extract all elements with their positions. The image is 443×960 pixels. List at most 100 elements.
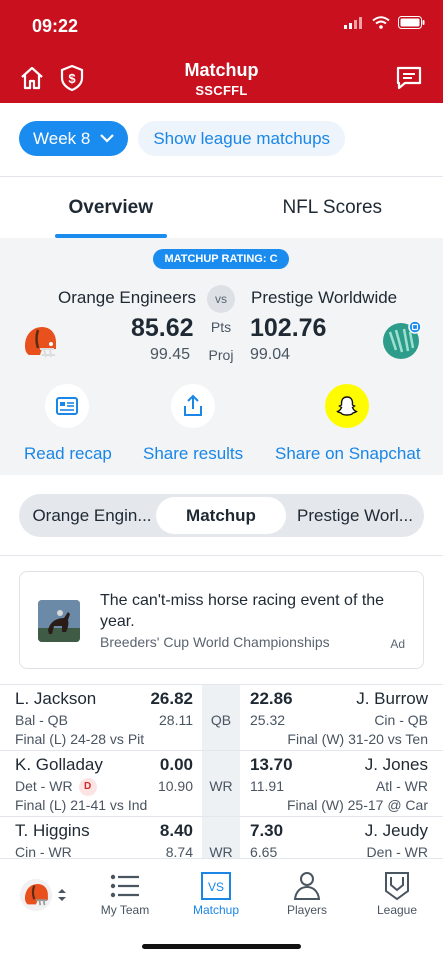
- snapchat-ghost-icon: [336, 396, 358, 416]
- league-name: SSCFFL: [195, 83, 248, 98]
- sort-arrows-icon: [58, 889, 66, 901]
- show-league-matchups-button[interactable]: Show league matchups: [138, 121, 346, 156]
- divider: [0, 555, 443, 556]
- league-shield-icon: [385, 872, 409, 901]
- ad-banner[interactable]: The can't-miss horse racing event of the…: [19, 571, 424, 669]
- right-player-points: 7.30: [250, 821, 284, 840]
- week-selector[interactable]: Week 8: [19, 121, 129, 156]
- right-team-score: 102.76: [250, 314, 327, 342]
- roster-segmented-control: Orange Engin... Matchup Prestige Worl...: [19, 494, 424, 537]
- week-label: Week 8: [33, 128, 91, 148]
- tab-overview[interactable]: Overview: [0, 177, 222, 235]
- right-team-name[interactable]: Prestige Worldwide: [251, 288, 397, 308]
- right-team-projection: 99.04: [250, 346, 291, 363]
- right-player-game: Final (W) 31-20 vs Ten: [287, 731, 428, 747]
- team-photo-icon: [383, 320, 422, 359]
- left-player-name[interactable]: K. Golladay: [15, 755, 103, 775]
- list-icon: [110, 874, 139, 898]
- share-icon: [184, 394, 202, 416]
- left-player-points: 0.00: [159, 755, 193, 774]
- share-icon-circle: [171, 384, 215, 428]
- helmet-icon: [19, 878, 53, 912]
- share-results-label: Share results: [143, 444, 244, 463]
- segment-matchup[interactable]: Matchup: [156, 494, 286, 537]
- right-player-game: Final (W) 25-17 @ Car: [286, 797, 428, 813]
- right-team-avatar[interactable]: [382, 320, 422, 360]
- left-player-team: Bal - QB: [15, 712, 68, 728]
- right-player-name[interactable]: J. Burrow: [356, 689, 428, 709]
- left-team-name[interactable]: Orange Engineers: [58, 288, 196, 308]
- right-player-team: Atl - WR: [375, 778, 428, 794]
- nav-matchup-label: Matchup: [192, 903, 240, 917]
- header-title-block: Matchup SSCFFL: [0, 60, 443, 98]
- app-header: 09:22 $ Matchup SSCFFL: [0, 0, 443, 103]
- left-player-game: Final (L) 24-28 vs Pit: [15, 731, 145, 747]
- tab-nfl-scores[interactable]: NFL Scores: [222, 177, 443, 235]
- right-player-points: 13.70: [250, 755, 293, 774]
- page-title: Matchup: [184, 60, 259, 80]
- ad-label: Ad: [390, 637, 405, 651]
- nav-my-team-icon-wrap: [85, 869, 165, 903]
- nav-my-team-label: My Team: [100, 903, 150, 917]
- messages-button[interactable]: [393, 62, 425, 94]
- vs-icon: VS: [201, 872, 231, 900]
- status-time: 09:22: [32, 16, 79, 36]
- vs-badge: vs: [207, 285, 235, 313]
- share-snapchat-action[interactable]: Share on Snapchat: [275, 384, 421, 464]
- matchup-row[interactable]: K. Golladay 0.00 Det - WR D 10.90 Final (…: [0, 751, 443, 817]
- right-player-projection: 11.91: [250, 778, 284, 794]
- read-recap-action[interactable]: Read recap: [24, 384, 112, 464]
- nav-league-icon-wrap: [357, 869, 437, 903]
- points-label: Pts: [210, 319, 232, 335]
- left-player-points: 8.40: [159, 821, 193, 840]
- ad-image: [38, 600, 80, 642]
- right-player-points: 22.86: [250, 689, 293, 708]
- nav-matchup[interactable]: VS Matchup: [176, 869, 256, 917]
- right-player-team: Cin - QB: [374, 712, 428, 728]
- chevron-down-icon: [100, 134, 115, 143]
- segment-left-team[interactable]: Orange Engin...: [27, 494, 157, 537]
- team-switcher[interactable]: [8, 869, 78, 921]
- right-player-name[interactable]: J. Jeudy: [365, 821, 428, 841]
- right-player-name[interactable]: J. Jones: [365, 755, 428, 775]
- left-player-projection: 28.11: [159, 712, 193, 728]
- ad-sponsor: Breeders' Cup World Championships: [100, 634, 330, 650]
- tab-bar: Overview NFL Scores: [0, 177, 443, 235]
- left-player-projection: 10.90: [157, 778, 193, 794]
- helmet-icon: [25, 327, 56, 358]
- team-switcher-icon-wrap: [8, 869, 78, 921]
- nav-players[interactable]: Players: [267, 869, 347, 917]
- left-player-name[interactable]: L. Jackson: [15, 689, 96, 709]
- left-player-team-wrap: Det - WR D: [15, 778, 97, 797]
- left-player-game: Final (L) 21-41 vs Ind: [15, 797, 148, 813]
- left-team-projection: 99.45: [150, 346, 191, 363]
- nav-league[interactable]: League: [357, 869, 437, 917]
- nav-my-team[interactable]: My Team: [85, 869, 165, 917]
- nav-league-label: League: [376, 903, 418, 917]
- share-results-action[interactable]: Share results: [143, 384, 243, 464]
- doubtful-badge: D: [78, 778, 97, 797]
- position-label: WR: [209, 778, 233, 794]
- nav-matchup-icon-wrap: VS: [176, 869, 256, 903]
- battery-icon: [398, 16, 425, 29]
- nav-players-icon-wrap: [267, 869, 347, 903]
- home-indicator[interactable]: [142, 944, 301, 949]
- left-team-avatar[interactable]: [20, 322, 60, 362]
- projection-label: Proj: [208, 347, 234, 363]
- recap-icon-circle: [45, 384, 89, 428]
- week-row: Week 8 Show league matchups: [19, 121, 346, 156]
- chat-icon: [396, 66, 422, 90]
- player-icon: [293, 872, 321, 900]
- segment-right-team[interactable]: Prestige Worl...: [291, 494, 419, 537]
- horse-racing-image: [38, 600, 80, 642]
- matchup-row[interactable]: L. Jackson 26.82 Bal - QB 28.11 Final (L…: [0, 685, 443, 751]
- left-player-team: Det - WR: [15, 778, 73, 794]
- left-player-points: 26.82: [150, 689, 193, 708]
- nav-players-label: Players: [286, 903, 327, 917]
- snapchat-icon-circle: [325, 384, 369, 428]
- svg-text:VS: VS: [208, 880, 224, 894]
- matchup-overview: MATCHUP RATING: C Orange Engineers vs Pr…: [0, 238, 443, 475]
- left-player-name[interactable]: T. Higgins: [15, 821, 90, 841]
- ad-title: The can't-miss horse racing event of the…: [100, 592, 385, 630]
- newspaper-icon: [56, 397, 78, 415]
